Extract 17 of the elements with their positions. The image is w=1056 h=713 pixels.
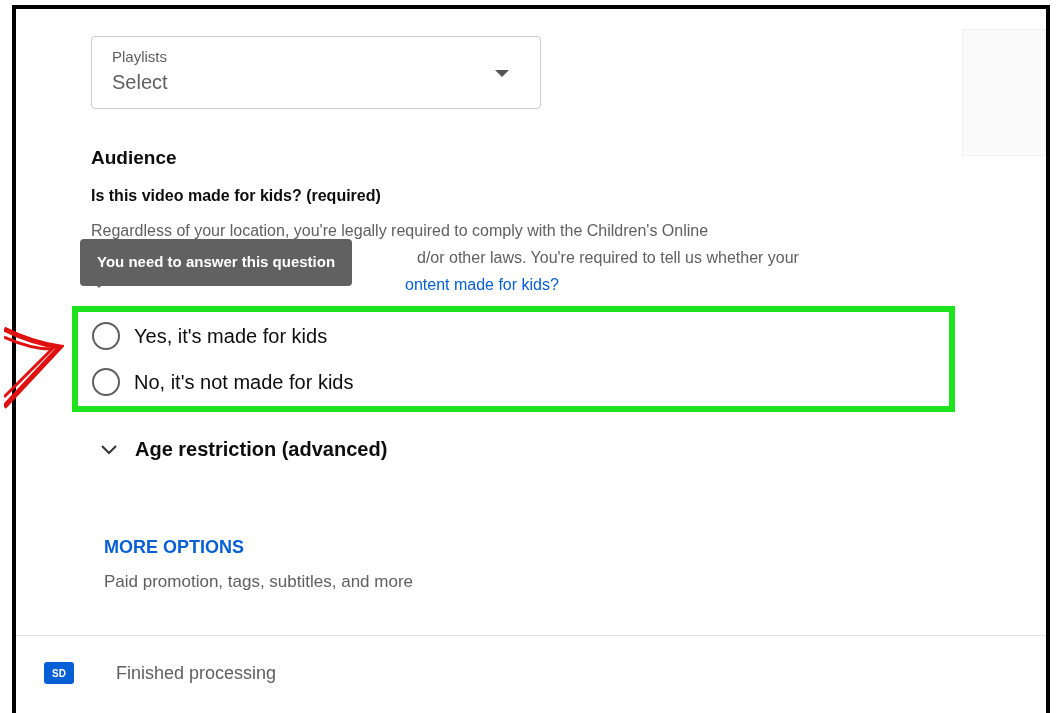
playlists-dropdown[interactable]: Playlists Select (91, 36, 541, 109)
question-text: Is this video made for kids? (required) (91, 187, 382, 205)
sd-badge: SD (44, 662, 74, 684)
radio-option[interactable]: Yes, it's made for kids (92, 322, 935, 350)
dropdown-label: Playlists (112, 48, 168, 65)
processing-status: Finished processing (116, 662, 277, 684)
description-text: Regardless of your location, you're legally required to comply with the Children's Online (91, 221, 709, 241)
tooltip: You need to answer this question (80, 239, 353, 286)
kids-content-link[interactable]: ontent made for kids? (405, 271, 559, 298)
dropdown-value: Select (112, 71, 168, 94)
description-text: d/or other laws. You're required to tell us whether your (417, 248, 799, 268)
more-options-button[interactable]: MORE OPTIONS (104, 537, 244, 558)
caret-icon (495, 70, 509, 77)
section-heading: Audience (91, 147, 178, 169)
more-options-description: Paid promotion, tags, subtitles, and more (104, 572, 414, 592)
age-restriction-toggle[interactable]: Age restriction (advanced) (101, 438, 388, 461)
radio-option[interactable]: No, it's not made for kids (92, 368, 935, 396)
